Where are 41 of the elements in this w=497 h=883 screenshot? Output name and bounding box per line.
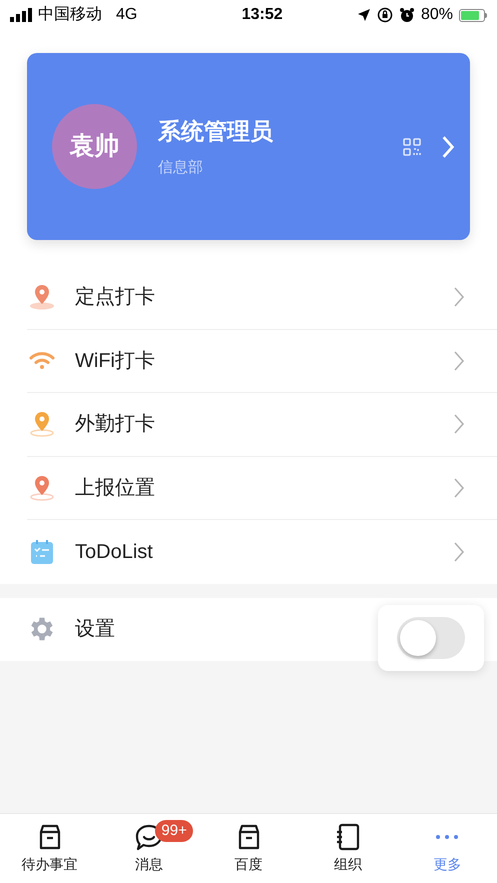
location-arrow-icon xyxy=(356,8,371,22)
menu-label: 上报位置 xyxy=(75,476,156,501)
network-type: 4G xyxy=(116,5,138,25)
battery-icon xyxy=(458,8,487,22)
avatar: 袁帅 xyxy=(52,104,137,189)
menu-label: 定点打卡 xyxy=(75,285,156,310)
chevron-right-icon xyxy=(453,476,465,499)
department-name: 信息部 xyxy=(158,158,204,178)
carrier-name: 中国移动 xyxy=(38,4,102,25)
chevron-right-icon xyxy=(453,350,465,372)
menu-label: ToDoList xyxy=(75,540,154,565)
menu-item[interactable]: 定点打卡 xyxy=(27,266,497,330)
menu-label: WiFi打卡 xyxy=(75,348,156,374)
user-name: 系统管理员 xyxy=(158,117,274,146)
map-pin-icon xyxy=(28,410,56,438)
unread-badge: 99+ xyxy=(155,820,193,842)
tab-bar-item[interactable]: 百度 xyxy=(198,822,298,875)
battery-percent: 80% xyxy=(420,5,453,25)
menu-item[interactable]: 上报位置 xyxy=(27,456,497,520)
menu-item[interactable]: ToDoList xyxy=(27,520,497,584)
menu-item[interactable]: WiFi打卡 xyxy=(27,330,497,393)
map-pin-icon xyxy=(28,474,56,502)
chevron-right-icon xyxy=(453,413,465,436)
tab-bar-item[interactable]: 组织 xyxy=(298,822,398,875)
toggle-switch[interactable] xyxy=(397,616,465,658)
tab-bar-item[interactable]: 待办事宜 xyxy=(0,822,100,875)
chevron-right-icon xyxy=(453,286,465,308)
clock-time: 13:52 xyxy=(242,5,283,25)
map-pin-icon xyxy=(28,283,56,312)
settings-label: 设置 xyxy=(75,617,115,642)
tab-bar-item[interactable]: 消息 99+ xyxy=(99,822,199,875)
menu-label: 外勤打卡 xyxy=(75,412,156,438)
calendar-icon xyxy=(28,538,56,566)
chevron-right-icon xyxy=(453,540,465,563)
qr-code-icon[interactable] xyxy=(403,138,421,156)
rotation-lock-icon xyxy=(376,7,393,23)
menu-item[interactable]: 外勤打卡 xyxy=(27,393,497,456)
signal-icon xyxy=(10,8,32,22)
more-icon xyxy=(435,834,460,840)
chevron-right-icon xyxy=(441,134,455,158)
alarm-clock-icon xyxy=(398,7,415,23)
